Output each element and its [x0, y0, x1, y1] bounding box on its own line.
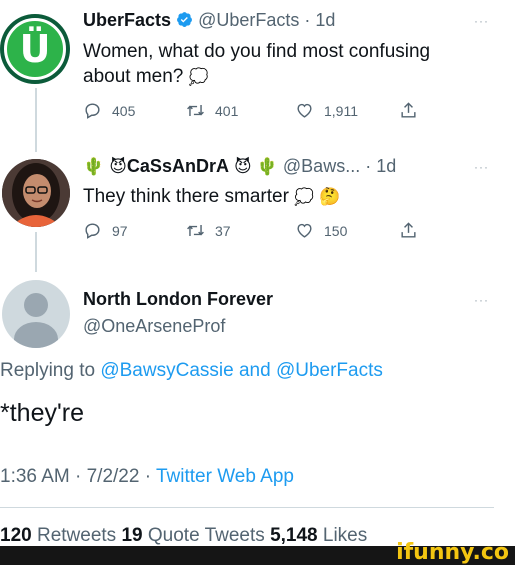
replying-and: and	[233, 360, 276, 381]
more-icon[interactable]: ···	[474, 293, 489, 307]
display-name[interactable]: UberFacts	[83, 10, 171, 30]
like-icon	[297, 103, 312, 118]
avatar-ring: Ü	[4, 18, 66, 80]
handle[interactable]: @Baws...	[283, 156, 360, 176]
thinking-face-icon: 🤔	[319, 187, 341, 206]
avatar-logo: Ü	[19, 27, 51, 71]
more-icon[interactable]: ···	[474, 160, 489, 174]
retweets-stat[interactable]: 120 Retweets	[0, 525, 121, 546]
cactus-icon: 🌵	[256, 157, 278, 176]
retweet-count: 401	[215, 102, 239, 119]
timestamp[interactable]: 1d	[315, 10, 335, 30]
reply-icon	[85, 103, 100, 119]
like-icon	[297, 223, 312, 238]
quote-tweets-stat[interactable]: 19 Quote Tweets	[121, 525, 270, 546]
mention-link[interactable]: @UberFacts	[276, 360, 383, 381]
thread-line	[35, 232, 37, 272]
reply-button[interactable]: 405	[83, 101, 135, 120]
more-icon[interactable]: ···	[474, 14, 489, 28]
avatar-photo	[2, 159, 70, 227]
share-icon	[401, 102, 416, 118]
tweet-meta: 1:36 AM · 7/2/22 · Twitter Web App	[0, 466, 294, 488]
like-button[interactable]: 1,911	[295, 101, 358, 120]
tweet-text-line: Women, what do you find most confusing	[83, 41, 431, 62]
avatar-head	[24, 293, 48, 317]
separator: ·	[299, 10, 316, 30]
share-icon	[401, 222, 416, 238]
likes-stat[interactable]: 5,148 Likes	[270, 525, 367, 546]
reply-count: 97	[112, 222, 128, 239]
tweet-header: UberFacts @UberFacts · 1d	[83, 10, 335, 31]
tweet-header: 🌵 😈CaSsAnDrA 😈 🌵 @Baws... · 1d	[83, 156, 396, 177]
display-name[interactable]: CaSsAnDrA	[127, 156, 229, 176]
watermark-logo: ifunny.co	[396, 540, 509, 565]
retweet-button[interactable]: 401	[186, 101, 238, 120]
thought-balloon-icon: 💭	[188, 69, 209, 86]
devil-face-icon: 😈	[109, 157, 127, 176]
retweet-icon	[187, 104, 204, 117]
replying-to: Replying to @BawsyCassie and @UberFacts	[0, 360, 383, 382]
tweet-text-line2: about men?	[83, 66, 184, 87]
mention-link[interactable]: @BawsyCassie	[100, 360, 233, 381]
thought-balloon-icon: 💭	[294, 189, 315, 206]
reply-button[interactable]: 97	[83, 221, 128, 240]
handle[interactable]: @OneArseneProf	[83, 316, 273, 337]
retweet-button[interactable]: 37	[186, 221, 231, 240]
retweet-icon	[187, 224, 204, 237]
like-count: 150	[324, 222, 348, 239]
tweet-text-line: They think there smarter	[83, 186, 289, 207]
tweet-actions: 405 401 1,911	[83, 101, 433, 123]
display-name[interactable]: North London Forever	[83, 289, 273, 310]
like-button[interactable]: 150	[295, 221, 347, 240]
thread-line	[35, 88, 37, 152]
replying-prefix: Replying to	[0, 360, 101, 381]
avatar[interactable]: Ü	[0, 14, 70, 84]
like-count: 1,911	[324, 102, 358, 119]
divider	[0, 507, 494, 508]
devil-face-icon: 😈	[233, 157, 252, 176]
avatar[interactable]	[2, 280, 70, 348]
share-button[interactable]	[399, 221, 418, 240]
tweet-stats: 120 Retweets 19 Quote Tweets 5,148 Likes	[0, 525, 367, 547]
cactus-icon: 🌵	[83, 157, 105, 176]
timestamp[interactable]: 1:36 AM · 7/2/22 ·	[0, 466, 156, 487]
reply-icon	[85, 223, 100, 239]
tweet-actions: 97 37 150	[83, 221, 433, 243]
reply-count: 405	[112, 102, 136, 119]
verified-badge-icon	[177, 12, 192, 28]
tweet-text: Women, what do you find most confusing a…	[83, 39, 430, 90]
tweet-header: North London Forever @OneArseneProf	[83, 289, 273, 337]
timestamp[interactable]: 1d	[376, 156, 396, 176]
tweet-text: They think there smarter 💭 🤔	[83, 184, 341, 210]
retweet-count: 37	[215, 222, 231, 239]
tweet-text: *they're	[0, 399, 84, 427]
avatar-body	[14, 322, 58, 348]
avatar[interactable]	[2, 159, 70, 227]
separator: ·	[360, 156, 377, 176]
share-button[interactable]	[399, 101, 418, 120]
handle[interactable]: @UberFacts	[198, 10, 299, 30]
source-link[interactable]: Twitter Web App	[156, 466, 294, 487]
tweet-text-line: about men? 💭	[83, 64, 430, 90]
